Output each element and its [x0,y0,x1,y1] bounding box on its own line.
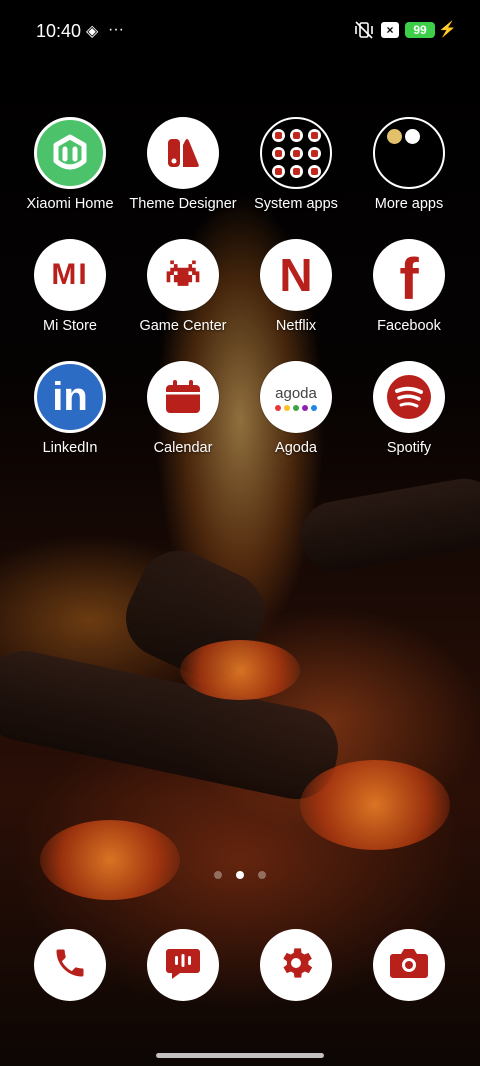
folder-more-apps[interactable]: More apps [349,117,469,212]
folder-app-preview-icon [307,146,321,160]
agoda-logo-mark: agoda [275,385,317,402]
app-netflix[interactable]: N Netflix [236,239,356,334]
app-theme-designer[interactable]: Theme Designer [123,117,243,212]
app-mi-store[interactable]: MI Mi Store [10,239,130,334]
notification-diamond-icon: ◈ [86,23,99,40]
app-agoda[interactable]: agoda Agoda [236,361,356,456]
app-label: LinkedIn [42,440,98,456]
app-linkedin[interactable]: in LinkedIn [10,361,130,456]
settings-gear-icon [276,943,316,988]
app-label: Spotify [386,440,432,456]
battery-indicator: 99 [405,22,435,38]
folder-app-preview-icon [405,129,420,144]
folder-app-preview-icon [387,129,402,144]
mi-logo-mark: MI [51,258,89,291]
status-bar: 10:40 ◈ ··· × 99 ⚡ [0,0,480,62]
app-label: Netflix [275,318,317,334]
dock-phone[interactable] [34,929,106,1001]
app-label: Theme Designer [129,196,237,212]
dock-camera[interactable] [373,929,445,1001]
app-label: Agoda [275,440,317,456]
app-facebook[interactable]: f Facebook [349,239,469,334]
folder-app-preview-icon [307,164,321,178]
dock-messaging[interactable] [147,929,219,1001]
agoda-icon: agoda [260,361,332,433]
messaging-icon [164,944,202,987]
theme-designer-icon [147,117,219,189]
linkedin-icon: in [34,361,106,433]
page-dot[interactable] [214,871,222,879]
app-calendar[interactable]: Calendar [123,361,243,456]
app-label: Facebook [377,318,441,334]
page-dot[interactable] [258,871,266,879]
app-spotify[interactable]: Spotify [349,361,469,456]
mi-store-icon: MI [34,239,106,311]
linkedin-logo-mark: in [52,374,88,419]
space-invader-icon [147,239,219,311]
vibrate-off-icon [354,21,374,44]
app-xiaomi-home[interactable]: Xiaomi Home [10,117,130,212]
facebook-logo-mark: f [399,247,419,312]
camera-icon [389,945,429,986]
folder-icon [373,117,445,189]
netflix-logo-mark: N [279,249,313,301]
home-gesture-bar[interactable] [156,1053,324,1058]
page-dot-active[interactable] [236,871,244,879]
dock-settings[interactable] [260,929,332,1001]
folder-app-preview-icon [289,164,303,178]
clock: 10:40 [36,21,82,41]
no-sim-icon: × [381,22,399,38]
app-game-center[interactable]: Game Center [123,239,243,334]
folder-app-preview-icon [271,128,285,142]
app-label: Calendar [153,440,213,456]
calendar-icon [147,361,219,433]
spotify-icon [373,361,445,433]
page-indicator [0,866,480,884]
folder-app-preview-icon [271,146,285,160]
facebook-icon: f [373,239,445,312]
agoda-color-dots [275,405,317,411]
more-notifications-icon: ··· [108,21,124,38]
folder-app-preview-icon [271,164,285,178]
phone-icon [52,945,88,986]
app-label: Xiaomi Home [26,196,114,212]
app-label: Mi Store [43,318,97,334]
app-label: System apps [254,196,338,212]
folder-app-preview-icon [307,128,321,142]
app-label: More apps [374,196,444,212]
app-label: Game Center [139,318,227,334]
mi-home-icon [34,117,106,189]
folder-system-apps[interactable]: System apps [236,117,356,212]
netflix-icon: N [260,239,332,311]
folder-app-preview-icon [289,146,303,160]
folder-app-preview-icon [289,128,303,142]
folder-icon [260,117,332,189]
charging-icon: ⚡ [438,21,457,38]
